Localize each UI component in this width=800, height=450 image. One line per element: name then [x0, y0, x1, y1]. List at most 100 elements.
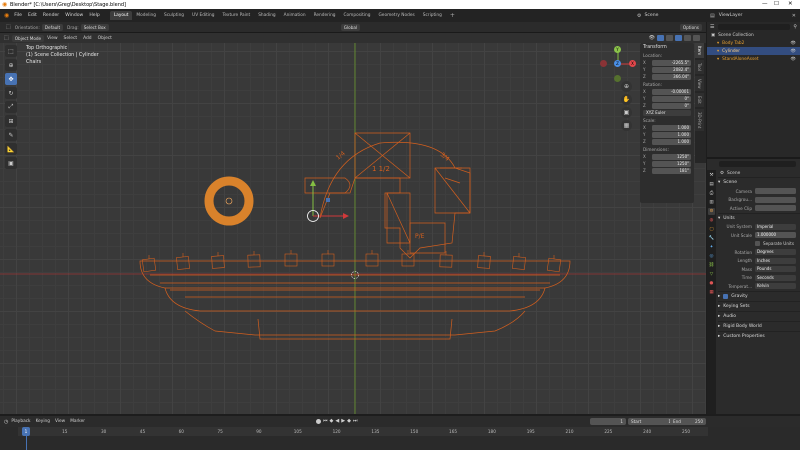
gizmo-z-icon[interactable]: Z: [614, 60, 621, 67]
rigid-body-world-section-header[interactable]: ▸ Rigid Body World: [718, 320, 800, 331]
render-props-icon[interactable]: ▤: [708, 181, 715, 188]
workspace-tab-geometry-nodes[interactable]: Geometry Nodes: [374, 11, 418, 20]
close-icon[interactable]: ✕: [788, 1, 793, 7]
rotation-z-field[interactable]: Z 0°: [643, 103, 691, 109]
gizmo-neg-x-icon[interactable]: [600, 60, 607, 67]
workspace-tab-compositing[interactable]: Compositing: [340, 11, 375, 20]
timeline-ruler[interactable]: 1 15 30 45 60 75 90 105 120 135 150 165 180 195 210 225…: [18, 427, 708, 436]
add-cube-tool-icon[interactable]: ▣: [5, 157, 17, 169]
sidebar-tab-item[interactable]: Item: [695, 43, 704, 59]
material-props-icon[interactable]: ●: [708, 280, 715, 287]
current-frame-field[interactable]: 1: [590, 418, 626, 425]
rotation-mode-dropdown[interactable]: XYZ Euler: [643, 110, 691, 116]
rotation-x-field[interactable]: X -0.00001: [643, 89, 691, 95]
transform-orientation-dropdown[interactable]: Global: [340, 23, 361, 31]
workspace-tab-rendering[interactable]: Rendering: [310, 11, 340, 20]
properties-search-input[interactable]: [719, 161, 796, 167]
play-icon[interactable]: ▶: [341, 418, 345, 424]
output-props-icon[interactable]: ⎙: [708, 190, 715, 197]
gizmo-x-icon[interactable]: X: [629, 60, 636, 67]
sidebar-tab-tool[interactable]: Tool: [695, 60, 704, 74]
audio-section-header[interactable]: ▸ Audio: [718, 310, 800, 321]
rendered-shading-icon[interactable]: [693, 35, 700, 41]
menu-object[interactable]: Object: [98, 36, 112, 41]
blender-menu-icon[interactable]: ◉: [4, 12, 9, 19]
scene-props-icon[interactable]: ⚙: [708, 208, 715, 215]
view-layer-name[interactable]: ViewLayer: [719, 13, 743, 18]
world-props-icon[interactable]: ◍: [708, 217, 715, 224]
record-icon[interactable]: [316, 418, 321, 424]
material-shading-icon[interactable]: [684, 35, 691, 41]
menu-add[interactable]: Add: [83, 36, 92, 41]
dimensions-x-field[interactable]: X 1250": [643, 154, 691, 160]
drag-dropdown[interactable]: Select Box: [80, 23, 109, 31]
navigation-gizmo[interactable]: X Y Z: [598, 44, 638, 84]
menu-view[interactable]: View: [47, 36, 57, 41]
timeline-menu-playback[interactable]: Playback: [11, 419, 30, 424]
zoom-icon[interactable]: ⊕: [621, 81, 632, 92]
texture-props-icon[interactable]: ▦: [708, 289, 715, 296]
next-keyframe-icon[interactable]: ◆: [347, 418, 351, 424]
timeline-menu-view[interactable]: View: [55, 419, 65, 424]
timeline-menu-marker[interactable]: Marker: [70, 419, 85, 424]
workspace-tab-sculpting[interactable]: Sculpting: [160, 11, 188, 20]
location-y-field[interactable]: Y 2082.4": [643, 67, 691, 73]
menu-window[interactable]: Window: [65, 13, 83, 18]
sidebar-tab-3d-print[interactable]: 3D-Print: [695, 109, 704, 132]
visibility-eye-icon[interactable]: 👁: [791, 41, 796, 46]
location-x-field[interactable]: X -2265.5": [643, 60, 691, 66]
jump-end-icon[interactable]: ⏭: [353, 418, 358, 424]
particles-props-icon[interactable]: ✦: [708, 244, 715, 251]
units-section-header[interactable]: ▾ Units: [718, 212, 800, 223]
sidebar-tab-view[interactable]: View: [695, 75, 704, 92]
perspective-toggle-icon[interactable]: ▦: [621, 120, 632, 131]
outliner-item-cylinder[interactable]: ▾ Cylinder 👁: [707, 47, 800, 55]
workspace-tab-uv-editing[interactable]: UV Editing: [188, 11, 218, 20]
gizmo-neg-y-icon[interactable]: [614, 75, 621, 82]
modifier-props-icon[interactable]: 🔧: [708, 235, 715, 242]
object-mode-dropdown[interactable]: Object Mode: [11, 34, 45, 42]
scene-section-header[interactable]: ▾ Scene: [718, 177, 800, 187]
custom-properties-section-header[interactable]: ▸ Custom Properties: [718, 330, 800, 341]
dimensions-y-field[interactable]: Y 1250": [643, 161, 691, 167]
scale-x-field[interactable]: X 1.000: [643, 125, 691, 131]
keying-sets-section-header[interactable]: ▸ Keying Sets: [718, 300, 800, 311]
scene-selector[interactable]: ⚙ Scene: [637, 9, 705, 22]
workspace-tab-shading[interactable]: Shading: [254, 11, 279, 20]
start-frame-field[interactable]: Start1: [628, 418, 674, 425]
view-layer-props-icon[interactable]: ▥: [708, 199, 715, 206]
workspace-tab-scripting[interactable]: Scripting: [419, 11, 446, 20]
pan-hand-icon[interactable]: ✋: [621, 94, 632, 105]
scale-z-field[interactable]: Z 1.000: [643, 139, 691, 145]
unit-system-dropdown[interactable]: Imperial: [755, 223, 796, 230]
location-z-field[interactable]: Z 366.04": [643, 74, 691, 80]
playhead-frame-indicator[interactable]: 1: [22, 427, 30, 436]
outliner-item-body-tab2[interactable]: ▾ Body Tab2 👁: [707, 39, 800, 47]
annotate-tool-icon[interactable]: ✎: [5, 129, 17, 141]
3d-viewport[interactable]: 1 1/2 P/E 1/4 3/4 X Y Z ⊕ ✋ ▣ ▦: [0, 43, 706, 414]
temperature-unit-dropdown[interactable]: Kelvin: [755, 283, 796, 290]
options-dropdown[interactable]: Options: [679, 23, 702, 31]
outliner-scene-collection[interactable]: ▣ Scene Collection: [707, 31, 800, 39]
orientation-dropdown[interactable]: Default: [41, 23, 64, 31]
maximize-icon[interactable]: ☐: [774, 1, 779, 7]
timeline-editor-icon[interactable]: ◷: [4, 419, 8, 425]
scale-tool-icon[interactable]: ⤢: [5, 101, 17, 113]
tool-icon[interactable]: ⬚: [6, 24, 11, 30]
workspace-tab-animation[interactable]: Animation: [280, 11, 310, 20]
dimensions-z-field[interactable]: Z 181": [643, 168, 691, 174]
camera-field[interactable]: [755, 188, 796, 195]
editor-type-icon[interactable]: ⬚: [4, 35, 9, 41]
solid-shading-icon[interactable]: [675, 35, 682, 41]
workspace-tab-texture-paint[interactable]: Texture Paint: [218, 11, 254, 20]
rotation-y-field[interactable]: Y 0°: [643, 96, 691, 102]
move-tool-icon[interactable]: ✥: [5, 73, 17, 85]
menu-select[interactable]: Select: [64, 36, 78, 41]
active-clip-field[interactable]: [755, 205, 796, 212]
outliner-item-standaloneasset[interactable]: ▾ StandAloneAsset 👁: [707, 55, 800, 63]
select-box-tool-icon[interactable]: ⬚: [5, 45, 17, 57]
data-props-icon[interactable]: ▽: [708, 271, 715, 278]
view-layer-close-icon[interactable]: ✕: [792, 13, 796, 19]
filter-icon[interactable]: ⚲: [793, 24, 797, 30]
wireframe-shading-icon[interactable]: [666, 35, 673, 41]
